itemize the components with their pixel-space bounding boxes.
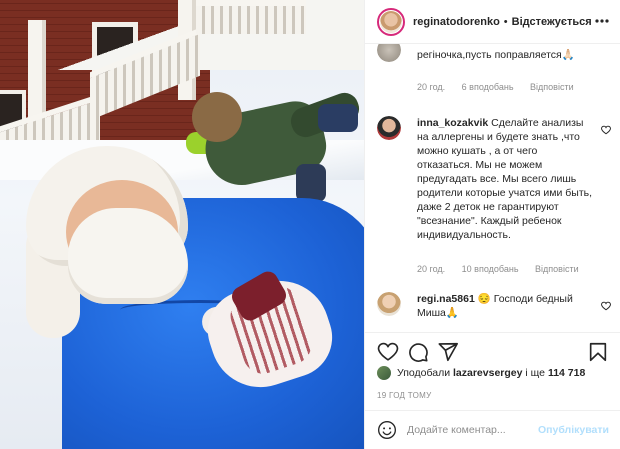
comment-text: регіночка,пусть поправляется🙏🏻 [417,48,593,62]
author-avatar[interactable] [377,7,405,36]
commenter-avatar[interactable] [377,116,401,140]
comment-meta: 20 год. 10 вподобань Відповісти [417,264,593,274]
porch-railing [196,0,306,34]
post-timestamp[interactable]: 19 год тому [377,391,432,400]
likes-count[interactable]: 114 718 [548,367,585,379]
following-button[interactable]: Відстежується [512,16,592,28]
publish-button[interactable]: Опублікувати [538,424,609,436]
child-fur-hood [192,92,242,142]
comment-author[interactable]: regi.na5861 [417,293,475,305]
heart-icon[interactable] [377,341,399,363]
comment-input[interactable] [407,424,533,436]
likes-middle: і ще [525,367,546,379]
comment-time[interactable]: 20 год. [417,82,445,92]
child-boot [318,104,358,132]
header-separator: • [503,15,508,28]
more-horizontal-icon[interactable] [595,14,609,28]
comments-list[interactable]: регіночка,пусть поправляется🙏🏻 20 год. 6… [365,44,620,332]
comment-like-heart-icon[interactable] [601,122,611,135]
comment-meta: 20 год. 6 вподобань Відповісти [417,82,588,92]
comment-text: regi.na5861 😔 Господи бедный Миша🙏 [417,292,593,320]
post-side-panel: reginatodorenko • Відстежується регіночк… [364,0,620,449]
author-username[interactable]: reginatodorenko [413,16,500,28]
paper-plane-icon[interactable] [437,341,459,363]
likes-prefix: Уподобали [397,367,451,379]
liker-avatar[interactable] [377,366,391,380]
comment-likes-count[interactable]: 6 вподобань [462,82,514,92]
commenter-avatar[interactable] [377,44,401,62]
post-photo[interactable] [0,0,364,449]
commenter-avatar[interactable] [377,292,401,316]
likes-summary: Уподобали lazarevsergey і ще 114 718 [377,366,585,380]
reply-button[interactable]: Відповісти [535,264,579,274]
post-header: reginatodorenko • Відстежується [365,0,620,44]
comment-icon[interactable] [407,341,429,363]
add-comment-bar: Опублікувати [365,410,620,449]
comment-text: inna_kozakvik Сделайте анализы на аллерг… [417,116,593,242]
comment-time[interactable]: 20 год. [417,264,445,274]
comment-text-content: Сделайте анализы на аллергены и будете з… [417,117,593,241]
smiley-icon[interactable] [377,420,397,440]
comment-text-content: регіночка,пусть поправляется🙏🏻 [417,49,575,61]
reply-button[interactable]: Відповісти [530,82,574,92]
child-boot [296,164,326,202]
liker-username[interactable]: lazarevsergey [453,367,522,379]
bookmark-icon[interactable] [587,341,609,363]
comment-like-heart-icon[interactable] [601,298,611,311]
comment-author[interactable]: inna_kozakvik [417,117,488,129]
comment-likes-count[interactable]: 10 вподобань [462,264,519,274]
